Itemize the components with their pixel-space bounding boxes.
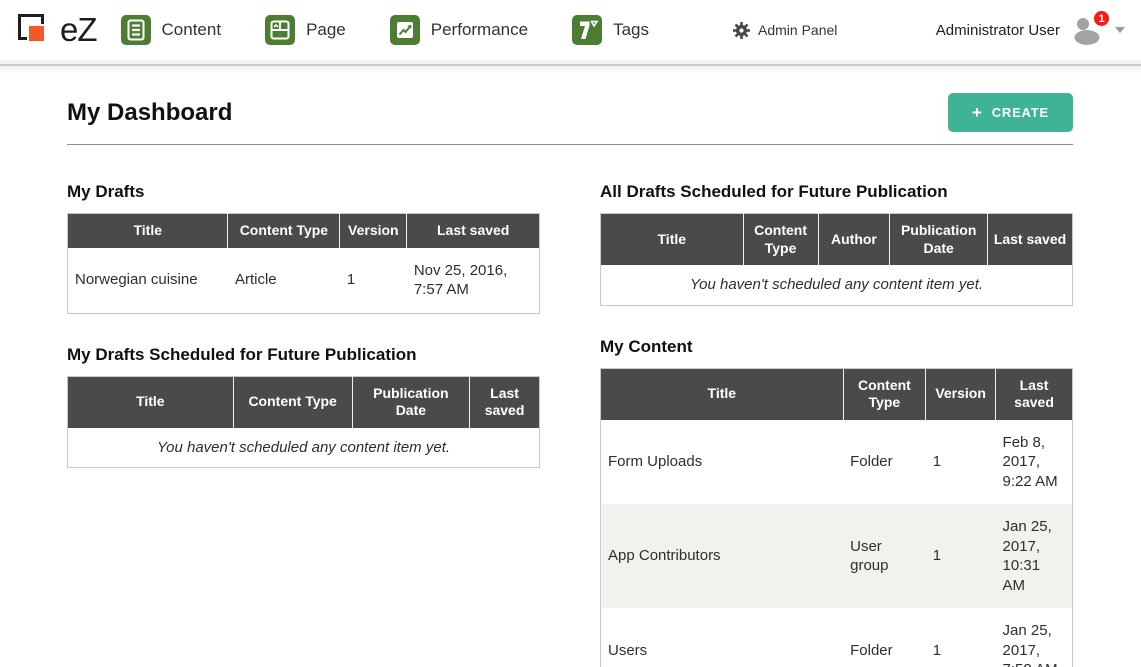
- table-header-row: TitleContent TypeAuthorPublication DateL…: [601, 214, 1073, 266]
- dashboard-main: My Dashboard + CREATE My Drafts TitleCon…: [0, 73, 1141, 667]
- ez-logo[interactable]: eZ: [16, 10, 97, 50]
- user-menu[interactable]: 1: [1072, 15, 1127, 45]
- column-header: Publication Date: [890, 214, 988, 266]
- table-cell: App Contributors: [601, 504, 844, 608]
- user-area: Administrator User 1: [936, 15, 1127, 45]
- table-cell: User group: [843, 504, 926, 608]
- header-divider: [0, 60, 1141, 73]
- table-cell: Article: [228, 248, 340, 314]
- column-header: Publication Date: [352, 376, 470, 428]
- nav-label: Content: [162, 20, 222, 40]
- section-title: My Drafts: [67, 182, 540, 202]
- nav-item-content[interactable]: Content: [121, 15, 222, 45]
- all-drafts-scheduled-table: TitleContent TypeAuthorPublication DateL…: [600, 213, 1073, 306]
- left-column: My Drafts TitleContent TypeVersionLast s…: [67, 182, 540, 468]
- logo-orange-square: [27, 24, 46, 43]
- my-content-table: TitleContent TypeVersionLast savedForm U…: [600, 368, 1073, 667]
- nav-label: Performance: [431, 20, 528, 40]
- table-row[interactable]: App ContributorsUser group1Jan 25, 2017,…: [601, 504, 1073, 608]
- gear-icon: [733, 22, 750, 39]
- nav-item-tags[interactable]: Tags: [572, 15, 649, 45]
- chevron-down-icon: [1115, 27, 1125, 33]
- right-column: All Drafts Scheduled for Future Publicat…: [600, 182, 1073, 667]
- admin-panel-label: Admin Panel: [758, 22, 837, 38]
- notification-badge[interactable]: 1: [1092, 9, 1111, 28]
- create-button[interactable]: + CREATE: [948, 93, 1073, 132]
- column-header: Content Type: [743, 214, 818, 266]
- table-cell: Feb 8, 2017, 9:22 AM: [996, 420, 1073, 505]
- table-cell: Folder: [843, 420, 926, 505]
- table-cell: 1: [926, 504, 996, 608]
- admin-panel-button[interactable]: Admin Panel: [733, 22, 837, 39]
- table-row[interactable]: Norwegian cuisineArticle1Nov 25, 2016, 7…: [68, 248, 540, 314]
- create-button-label: CREATE: [992, 105, 1049, 120]
- column-header: Title: [601, 214, 744, 266]
- column-header: Title: [68, 214, 228, 248]
- section-title: My Drafts Scheduled for Future Publicati…: [67, 345, 540, 365]
- table-header-row: TitleContent TypePublication DateLast sa…: [68, 376, 540, 428]
- empty-message: You haven't scheduled any content item y…: [68, 428, 540, 468]
- column-header: Last saved: [470, 376, 540, 428]
- my-drafts-section: My Drafts TitleContent TypeVersionLast s…: [67, 182, 540, 314]
- table-cell: Jan 25, 2017, 7:58 AM: [996, 608, 1073, 667]
- column-header: Content Type: [228, 214, 340, 248]
- empty-row: You haven't scheduled any content item y…: [68, 428, 540, 468]
- my-drafts-scheduled-table: TitleContent TypePublication DateLast sa…: [67, 376, 540, 469]
- title-divider: [67, 144, 1073, 145]
- column-header: Last saved: [996, 368, 1073, 420]
- column-header: Author: [818, 214, 890, 266]
- table-cell: Folder: [843, 608, 926, 667]
- table-cell: Jan 25, 2017, 10:31 AM: [996, 504, 1073, 608]
- table-cell: Nov 25, 2016, 7:57 AM: [407, 248, 540, 314]
- performance-icon: [390, 15, 420, 45]
- logo-text: eZ: [60, 11, 97, 49]
- tags-icon: [572, 15, 602, 45]
- section-title: All Drafts Scheduled for Future Publicat…: [600, 182, 1073, 202]
- page-title: My Dashboard: [67, 99, 232, 127]
- plus-icon: +: [972, 107, 983, 118]
- nav-item-page[interactable]: Page: [265, 15, 346, 45]
- nav-item-performance[interactable]: Performance: [390, 15, 528, 45]
- table-row[interactable]: Form UploadsFolder1Feb 8, 2017, 9:22 AM: [601, 420, 1073, 505]
- content-icon: [121, 15, 151, 45]
- section-title: My Content: [600, 337, 1073, 357]
- column-header: Title: [68, 376, 234, 428]
- my-drafts-table: TitleContent TypeVersionLast savedNorweg…: [67, 213, 540, 314]
- table-header-row: TitleContent TypeVersionLast saved: [68, 214, 540, 248]
- table-cell: Form Uploads: [601, 420, 844, 505]
- nav-label: Page: [306, 20, 346, 40]
- table-cell: Norwegian cuisine: [68, 248, 228, 314]
- column-header: Content Type: [233, 376, 352, 428]
- table-cell: Users: [601, 608, 844, 667]
- my-content-section: My Content TitleContent TypeVersionLast …: [600, 337, 1073, 667]
- column-header: Version: [340, 214, 407, 248]
- all-drafts-scheduled-section: All Drafts Scheduled for Future Publicat…: [600, 182, 1073, 306]
- nav-label: Tags: [613, 20, 649, 40]
- table-cell: 1: [340, 248, 407, 314]
- empty-row: You haven't scheduled any content item y…: [601, 265, 1073, 305]
- user-name: Administrator User: [936, 22, 1060, 39]
- column-header: Last saved: [988, 214, 1073, 266]
- ez-logo-icon: [16, 10, 54, 50]
- column-header: Content Type: [843, 368, 926, 420]
- empty-message: You haven't scheduled any content item y…: [601, 265, 1073, 305]
- my-drafts-scheduled-section: My Drafts Scheduled for Future Publicati…: [67, 345, 540, 469]
- page-icon: [265, 15, 295, 45]
- main-nav: Content Page Performance: [121, 15, 650, 45]
- column-header: Last saved: [407, 214, 540, 248]
- table-cell: 1: [926, 420, 996, 505]
- column-header: Version: [926, 368, 996, 420]
- table-row[interactable]: UsersFolder1Jan 25, 2017, 7:58 AM: [601, 608, 1073, 667]
- table-cell: 1: [926, 608, 996, 667]
- top-nav-bar: eZ Content Page: [0, 0, 1141, 60]
- table-header-row: TitleContent TypeVersionLast saved: [601, 368, 1073, 420]
- column-header: Title: [601, 368, 844, 420]
